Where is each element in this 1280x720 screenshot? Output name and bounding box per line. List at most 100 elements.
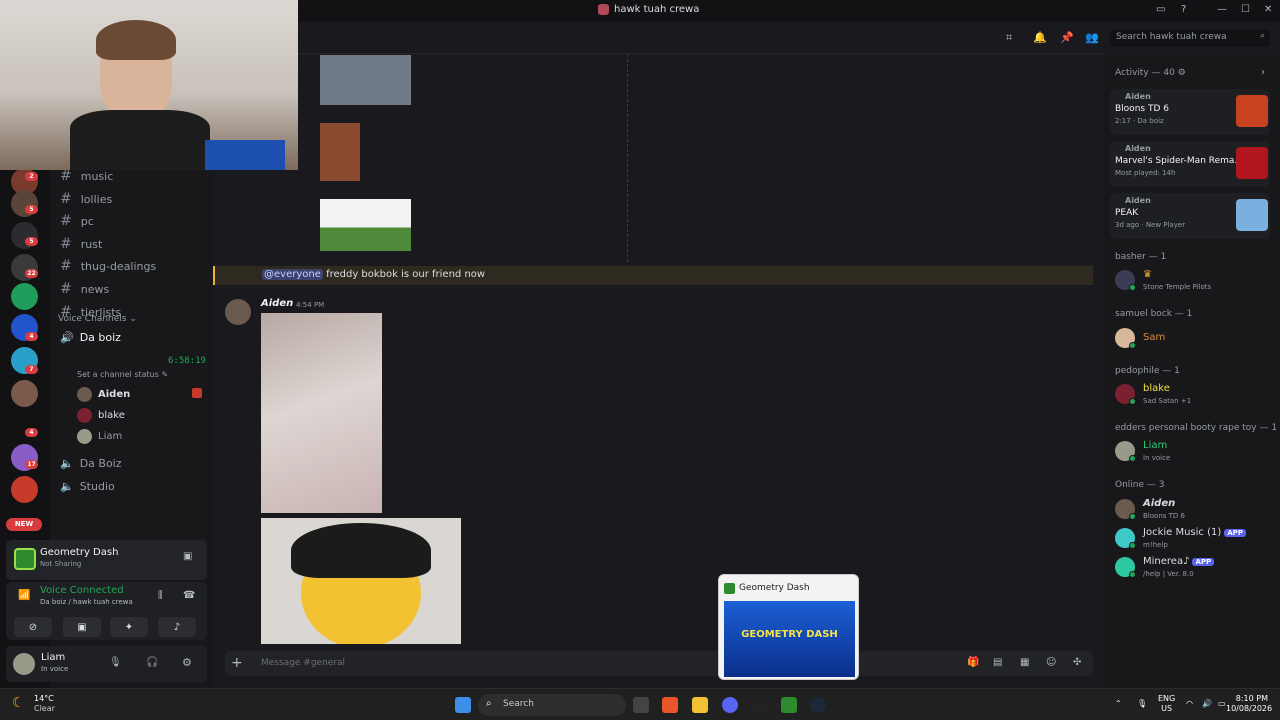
file-explorer-icon[interactable] <box>692 697 708 713</box>
channel-news[interactable]: # news <box>60 281 109 297</box>
channel-lollies[interactable]: # lollies <box>60 191 112 207</box>
voice-user[interactable]: blake <box>77 408 125 423</box>
unread-badge: 4 <box>25 332 38 341</box>
microphone-icon[interactable]: 🎙 <box>1137 699 1147 709</box>
voice-channels-header[interactable]: Voice Channels ⌄ <box>58 314 137 324</box>
avatar[interactable] <box>13 653 35 675</box>
channel-rust[interactable]: # rust <box>60 236 102 252</box>
globe-icon[interactable] <box>11 283 38 310</box>
message-avatar[interactable] <box>225 299 251 325</box>
discord-icon[interactable] <box>722 697 738 713</box>
brave-icon[interactable] <box>662 697 678 713</box>
clock[interactable]: 8:10 PM 10/08/2026 <box>1226 694 1272 714</box>
start-icon[interactable] <box>455 697 471 713</box>
signal-icon[interactable]: 📶 <box>18 590 30 601</box>
close-button[interactable]: ✕ <box>1264 4 1272 15</box>
bell-icon[interactable]: 🔔 <box>1033 31 1047 44</box>
voice-channel-studio[interactable]: 🔈 Studio <box>60 480 115 493</box>
minimize-button[interactable]: — <box>1217 4 1227 15</box>
activity-card[interactable]: Aiden PEAK 3d ago · New Player <box>1110 193 1270 239</box>
steam-icon[interactable] <box>810 697 826 713</box>
member-list-icon[interactable]: 👥 <box>1085 31 1099 44</box>
geometry-dash-icon[interactable] <box>781 697 797 713</box>
search-icon: ⌕ <box>1259 31 1265 41</box>
everyone-mention[interactable]: @everyone <box>262 269 323 280</box>
hash-icon: # <box>60 281 72 297</box>
gear-icon[interactable]: ⚙ <box>1178 68 1186 78</box>
wifi-icon[interactable]: ◠ <box>1186 699 1193 709</box>
car-image[interactable] <box>320 55 411 105</box>
channel-thug-dealings[interactable]: # thug-dealings <box>60 258 156 274</box>
game-thumbnail <box>1236 199 1268 231</box>
threads-icon[interactable]: ⌗ <box>1006 31 1012 45</box>
gift-icon[interactable]: 🎁 <box>967 657 979 668</box>
voice-user[interactable]: Aiden <box>77 387 130 402</box>
taskbar-preview[interactable]: Geometry Dash GEOMETRY DASH <box>718 574 859 680</box>
online-status <box>1129 398 1136 405</box>
language-indicator[interactable]: ENG US <box>1158 694 1175 714</box>
emoji-icon[interactable]: ☺ <box>1046 657 1056 668</box>
taskbar-search[interactable]: ⌕ Search <box>478 694 626 716</box>
role-header: edders personal booty rape toy — 1 <box>1115 423 1278 433</box>
voice-user[interactable]: Liam <box>77 429 122 444</box>
mention-message[interactable]: @everyone freddy bokbok is our friend no… <box>213 266 1093 285</box>
help-icon[interactable]: ? <box>1181 4 1186 15</box>
volume-icon[interactable]: 🔊 <box>1202 699 1212 709</box>
add-attachment-icon[interactable]: + <box>231 655 243 671</box>
minecraft-image[interactable] <box>320 199 411 251</box>
attachment-image[interactable] <box>261 518 461 644</box>
battery-icon[interactable]: ▭ <box>1218 699 1226 709</box>
maximize-button[interactable]: ☐ <box>1241 4 1250 15</box>
server-icon[interactable] <box>11 476 38 503</box>
role-header: samuel bock — 1 <box>1115 309 1193 319</box>
apps-icon[interactable]: ✣ <box>1073 657 1081 668</box>
member-item[interactable]: Sam <box>1115 326 1275 354</box>
speaker-icon: 🔊 <box>60 331 74 344</box>
gif-icon[interactable]: ▤ <box>993 657 1002 668</box>
person-shirt <box>70 110 210 170</box>
channel-music[interactable]: # music <box>60 168 113 184</box>
share-screen-icon[interactable]: ▣ <box>183 551 192 562</box>
noise-icon[interactable]: ⫼ <box>158 590 163 601</box>
video-embed[interactable] <box>261 54 628 262</box>
chevron-right-icon[interactable]: › <box>1261 67 1265 78</box>
pin-icon[interactable]: 📌 <box>1060 31 1074 44</box>
camera-off-button[interactable]: ⊘ <box>14 617 52 637</box>
member-item[interactable]: Jockie Music (1) APP m!help <box>1115 526 1275 554</box>
activities-button[interactable]: ✦ <box>110 617 148 637</box>
microphone-icon[interactable]: 🎙 <box>109 657 122 668</box>
chevron-up-icon[interactable]: ⌃ <box>1115 699 1122 709</box>
voice-channel-da-boiz[interactable]: 🔊 Da boiz <box>60 331 121 344</box>
member-item[interactable]: blake Sad Satan +1 <box>1115 382 1275 410</box>
geometry-dash-icon <box>724 583 735 594</box>
member-item[interactable]: ♛ Stone Temple Pilots <box>1115 268 1275 296</box>
member-item[interactable]: Minerea♪ APP /help | Ver. 8.0 <box>1115 555 1275 583</box>
sticker-icon[interactable]: ▦ <box>1020 657 1029 668</box>
message-author[interactable]: Aiden <box>261 298 293 309</box>
headphones-icon[interactable]: 🎧 <box>146 657 158 668</box>
online-status <box>1129 455 1136 462</box>
message-composer[interactable]: + Message #general 🎁 ▤ ▦ ☺ ✣ <box>225 651 1093 676</box>
search-input[interactable]: Search hawk tuah crewa ⌕ <box>1110 29 1270 47</box>
disconnect-icon[interactable]: ☎ <box>183 590 195 601</box>
role-header: pedophile — 1 <box>1115 366 1180 376</box>
activity-card[interactable]: Aiden Marvel's Spider-Man Rema... Most p… <box>1110 141 1270 187</box>
weather-icon[interactable]: ☾ <box>12 695 25 711</box>
screen-share-button[interactable]: ▣ <box>63 617 101 637</box>
member-item[interactable]: Liam In voice <box>1115 439 1275 467</box>
obs-icon[interactable] <box>752 697 768 713</box>
channel-pc[interactable]: # pc <box>60 213 94 229</box>
member-item[interactable]: Aiden Bloons TD 6 <box>1115 497 1275 525</box>
attachment-image[interactable] <box>261 313 382 513</box>
game-image[interactable] <box>320 123 360 181</box>
task-view-icon[interactable] <box>633 697 649 713</box>
inbox-icon[interactable]: ▭ <box>1156 4 1165 15</box>
soundboard-button[interactable]: ♪ <box>158 617 196 637</box>
server-icon[interactable] <box>11 380 38 407</box>
voice-channel-da-boiz-2[interactable]: 🔈 Da Boiz <box>60 457 122 470</box>
activity-card[interactable]: Aiden Bloons TD 6 2:17 · Da boiz <box>1110 89 1270 135</box>
gear-icon[interactable]: ⚙ <box>182 656 192 669</box>
channel-status[interactable]: Set a channel status ✎ <box>77 370 168 379</box>
weather-widget[interactable]: 14°C Clear <box>34 694 55 714</box>
speaker-icon: 🔈 <box>60 457 74 470</box>
